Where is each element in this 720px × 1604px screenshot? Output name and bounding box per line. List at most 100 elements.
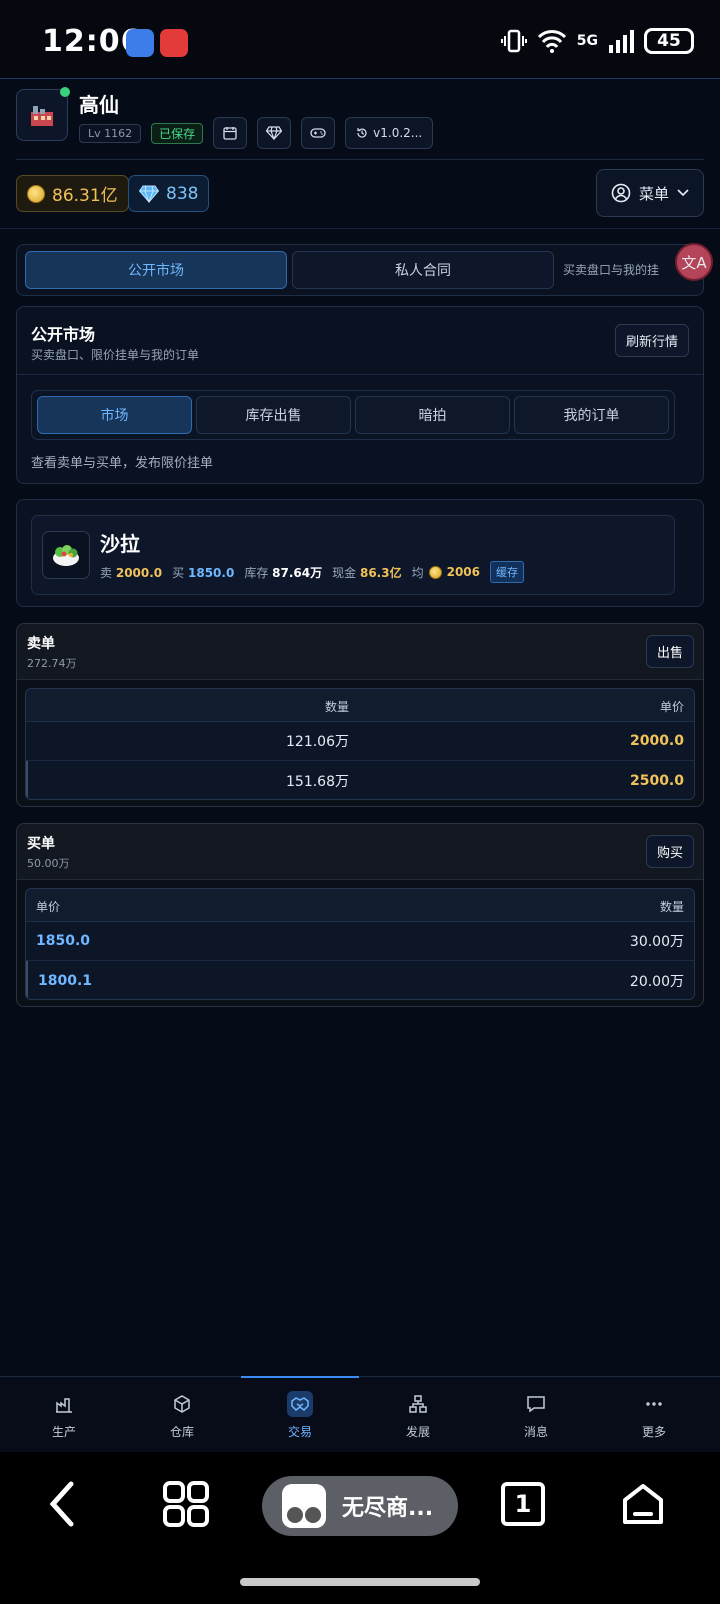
bottom-nav: 生产 仓库 交易 发展 消息 更多: [0, 1376, 720, 1452]
home-icon: [623, 1484, 663, 1524]
nav-active-indicator: [241, 1376, 359, 1378]
buy-book-table: 单价 数量 1850.0 30.00万 1800.1 20.00万: [25, 888, 695, 1000]
nav-more[interactable]: 更多: [595, 1377, 713, 1453]
chevron-down-icon: [677, 189, 689, 197]
gold-balance[interactable]: 86.31亿: [16, 175, 129, 212]
salad-icon: [42, 531, 90, 579]
nav-develop[interactable]: 发展: [359, 1377, 477, 1453]
table-row[interactable]: 1850.0 30.00万: [26, 922, 694, 961]
subtab-market[interactable]: 市场: [37, 396, 192, 434]
avatar[interactable]: [16, 89, 68, 141]
level-badge: Lv 1162: [79, 123, 142, 143]
box-icon: [169, 1391, 195, 1417]
gem-icon: [139, 185, 159, 203]
col-qty: 数量: [324, 700, 349, 714]
diamond-icon: [266, 126, 283, 140]
sell-book-header: 卖单 272.74万 出售: [17, 624, 703, 680]
sell-book-title: 卖单: [27, 636, 55, 652]
stat-avg-label: 均: [411, 565, 424, 580]
menu-button[interactable]: 菜单: [596, 169, 704, 217]
buy-book-title: 买单: [27, 836, 55, 852]
online-status-dot: [60, 87, 70, 97]
table-header: 数量 单价: [26, 689, 694, 722]
row-price: 1800.1: [38, 972, 93, 989]
current-app-label: 无尽商...: [342, 1496, 434, 1521]
table-row[interactable]: 1800.1 20.00万: [26, 961, 694, 999]
nav-trade[interactable]: 交易: [241, 1376, 359, 1453]
current-app-pill[interactable]: 无尽商...: [262, 1476, 458, 1536]
home-indicator[interactable]: [240, 1578, 480, 1586]
row-qty: 151.68万: [286, 773, 349, 790]
signal-icon: [609, 30, 634, 53]
buy-book-header: 买单 50.00万 购买: [17, 824, 703, 880]
nav-warehouse[interactable]: 仓库: [123, 1377, 241, 1453]
stat-avg: 均 2006: [412, 564, 480, 581]
tab-public-market[interactable]: 公开市场: [25, 251, 287, 289]
nav-messages[interactable]: 消息: [477, 1377, 595, 1453]
row-price: 1850.0: [36, 933, 91, 949]
system-back-button[interactable]: [40, 1476, 84, 1532]
subtab-inventory-sell[interactable]: 库存出售: [196, 396, 351, 434]
system-apps-button[interactable]: [158, 1476, 214, 1532]
system-home-button[interactable]: [620, 1476, 666, 1532]
gamepad-button[interactable]: [301, 117, 336, 149]
stat-stock-label: 库存: [244, 565, 269, 580]
app-thumbnail-icon: [282, 1484, 326, 1528]
subtab-my-orders[interactable]: 我的订单: [514, 396, 669, 434]
tab-private-contract[interactable]: 私人合同: [292, 251, 554, 289]
history-icon: [357, 128, 367, 138]
grid-icon: [163, 1481, 209, 1527]
menu-label: 菜单: [638, 184, 669, 203]
org-tree-icon: [405, 1391, 431, 1417]
row-price: 2000.0: [629, 733, 684, 749]
public-market-card: 公开市场 买卖盘口、限价挂单与我的订单 刷新行情 市场 库存出售 暗拍 我的订单…: [16, 306, 704, 484]
diamond-button[interactable]: [257, 117, 292, 149]
stat-sell-value: 2000.0: [115, 565, 163, 580]
nav-production[interactable]: 生产: [5, 1377, 123, 1453]
stat-sell-label: 卖: [100, 565, 113, 580]
handshake-icon: [287, 1390, 313, 1417]
stat-stock: 库存 87.64万: [244, 564, 322, 581]
more-dots-icon: [641, 1391, 667, 1417]
col-qty: 数量: [659, 900, 684, 914]
sell-order-book: 卖单 272.74万 出售 数量 单价 121.06万 2000.0 151.6…: [16, 623, 704, 807]
nav-more-label: 更多: [641, 1424, 666, 1439]
item-name: 沙拉: [100, 532, 140, 556]
table-row[interactable]: 121.06万 2000.0: [26, 722, 694, 761]
system-nav-bar: 无尽商... 1: [0, 1452, 720, 1604]
factory-chart-icon: [51, 1391, 77, 1417]
buy-button[interactable]: 购买: [646, 835, 694, 868]
nav-trade-label: 交易: [287, 1424, 312, 1439]
translate-fab[interactable]: 文A: [675, 243, 713, 281]
nav-production-label: 生产: [51, 1424, 76, 1439]
subtab-sealed-auction[interactable]: 暗拍: [355, 396, 510, 434]
status-indicators: 5G 45: [500, 28, 694, 54]
stat-cash: 现金 86.3亿: [332, 564, 401, 581]
stat-buy-value: 1850.0: [188, 565, 235, 580]
factory-icon: [31, 106, 53, 126]
calendar-button[interactable]: [213, 117, 248, 149]
vibrate-icon: [500, 29, 527, 53]
app-content: 高仙 Lv 1162 已保存 v1.0.2... 86.31亿 838 菜单 公…: [0, 78, 720, 1378]
market-title: 公开市场: [31, 325, 96, 344]
col-price: 单价: [659, 700, 684, 714]
table-row[interactable]: 151.68万 2500.0: [26, 761, 694, 799]
refresh-market-button[interactable]: 刷新行情: [614, 324, 689, 357]
gem-balance[interactable]: 838: [128, 175, 210, 212]
cache-badge: 缓存: [490, 561, 524, 583]
item-stats: 卖 2000.0 买 1850.0 库存 87.64万 现金 86.3亿 均 2…: [100, 561, 524, 583]
system-tabs-button[interactable]: 1: [500, 1476, 546, 1532]
nav-warehouse-label: 仓库: [169, 1424, 194, 1439]
nav-develop-label: 发展: [405, 1424, 430, 1439]
item-summary[interactable]: 沙拉 卖 2000.0 买 1850.0 库存 87.64万 现金 86.3亿 …: [31, 515, 675, 595]
sell-button[interactable]: 出售: [646, 635, 694, 668]
top-tab-bar: 公开市场 私人合同 买卖盘口与我的挂: [16, 244, 704, 296]
gold-coin-icon: [27, 184, 45, 203]
status-bar: 12:06 5G 45: [0, 0, 720, 78]
battery-indicator: 45: [644, 28, 694, 54]
network-type: 5G: [576, 33, 598, 49]
wifi-icon: [537, 30, 566, 53]
stat-avg-value: 2006: [446, 565, 480, 579]
version-button[interactable]: v1.0.2...: [345, 117, 434, 149]
stat-buy-label: 买: [172, 565, 185, 580]
